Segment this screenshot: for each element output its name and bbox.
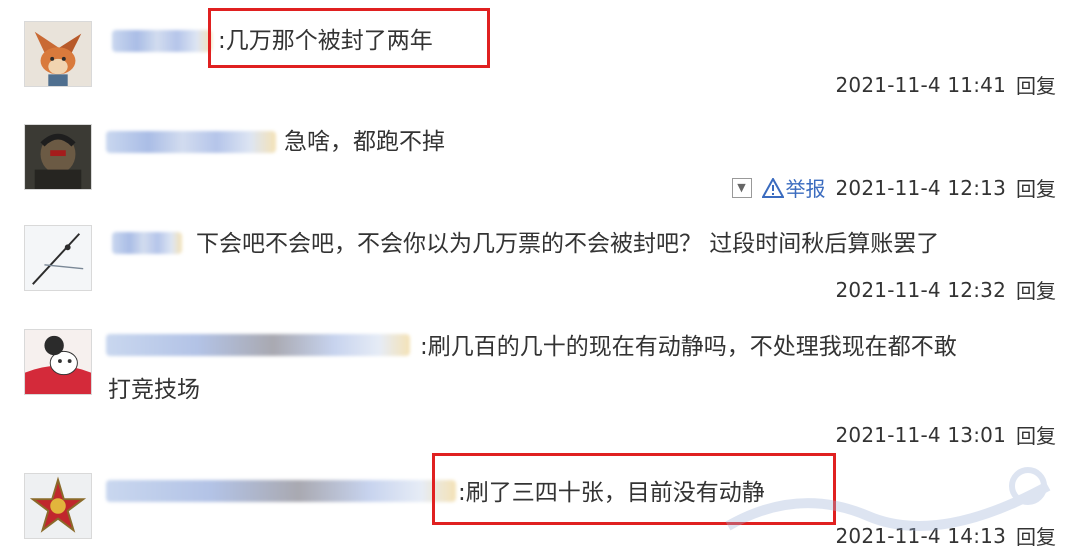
comment-text: :刷几百的几十的现在有动静吗，不处理我现在都不敢 bbox=[420, 334, 957, 360]
user-avatar[interactable] bbox=[24, 329, 92, 395]
warning-icon bbox=[761, 177, 784, 198]
comment-text: 急啥，都跑不掉 bbox=[284, 129, 445, 155]
comment-meta: 2021-11-4 12:32 回复 bbox=[836, 275, 1057, 304]
username-blurred[interactable] bbox=[112, 30, 212, 52]
watermark-logo bbox=[708, 456, 1068, 550]
user-avatar[interactable] bbox=[24, 473, 92, 539]
comment-meta: ▼ 举报 2021-11-4 12:13 回复 bbox=[731, 173, 1056, 202]
comment-text: 下会吧不会吧，不会你以为几万票的不会被封吧？ 过段时间秋后算账罢了 bbox=[196, 231, 940, 257]
comment-timestamp: 2021-11-4 13:01 bbox=[835, 422, 1006, 447]
username-blurred[interactable] bbox=[112, 232, 182, 254]
comment-meta: 2021-11-4 11:41 回复 bbox=[836, 70, 1057, 99]
comment-timestamp: 2021-11-4 12:13 bbox=[835, 175, 1006, 200]
comment-timestamp: 2021-11-4 12:32 bbox=[835, 277, 1006, 302]
chevron-down-icon: ▼ bbox=[737, 181, 746, 194]
user-avatar[interactable] bbox=[24, 124, 92, 190]
comment-meta: 2021-11-4 13:01 回复 bbox=[836, 420, 1057, 449]
username-blurred[interactable] bbox=[106, 334, 410, 356]
report-link[interactable]: 举报 bbox=[761, 173, 826, 202]
dropdown-toggle[interactable]: ▼ bbox=[731, 177, 752, 198]
comment-timestamp: 2021-11-4 11:41 bbox=[835, 72, 1006, 97]
username-blurred[interactable] bbox=[106, 480, 456, 502]
comment-text-continued: 打竞技场 bbox=[108, 377, 200, 403]
report-label: 举报 bbox=[785, 177, 826, 201]
user-avatar[interactable] bbox=[24, 225, 92, 291]
reply-link[interactable]: 回复 bbox=[1016, 420, 1056, 449]
user-avatar[interactable] bbox=[24, 21, 92, 87]
reply-link[interactable]: 回复 bbox=[1016, 173, 1056, 202]
username-blurred[interactable] bbox=[106, 131, 276, 153]
highlight-box bbox=[208, 8, 490, 68]
reply-link[interactable]: 回复 bbox=[1016, 275, 1056, 304]
reply-link[interactable]: 回复 bbox=[1016, 70, 1056, 99]
